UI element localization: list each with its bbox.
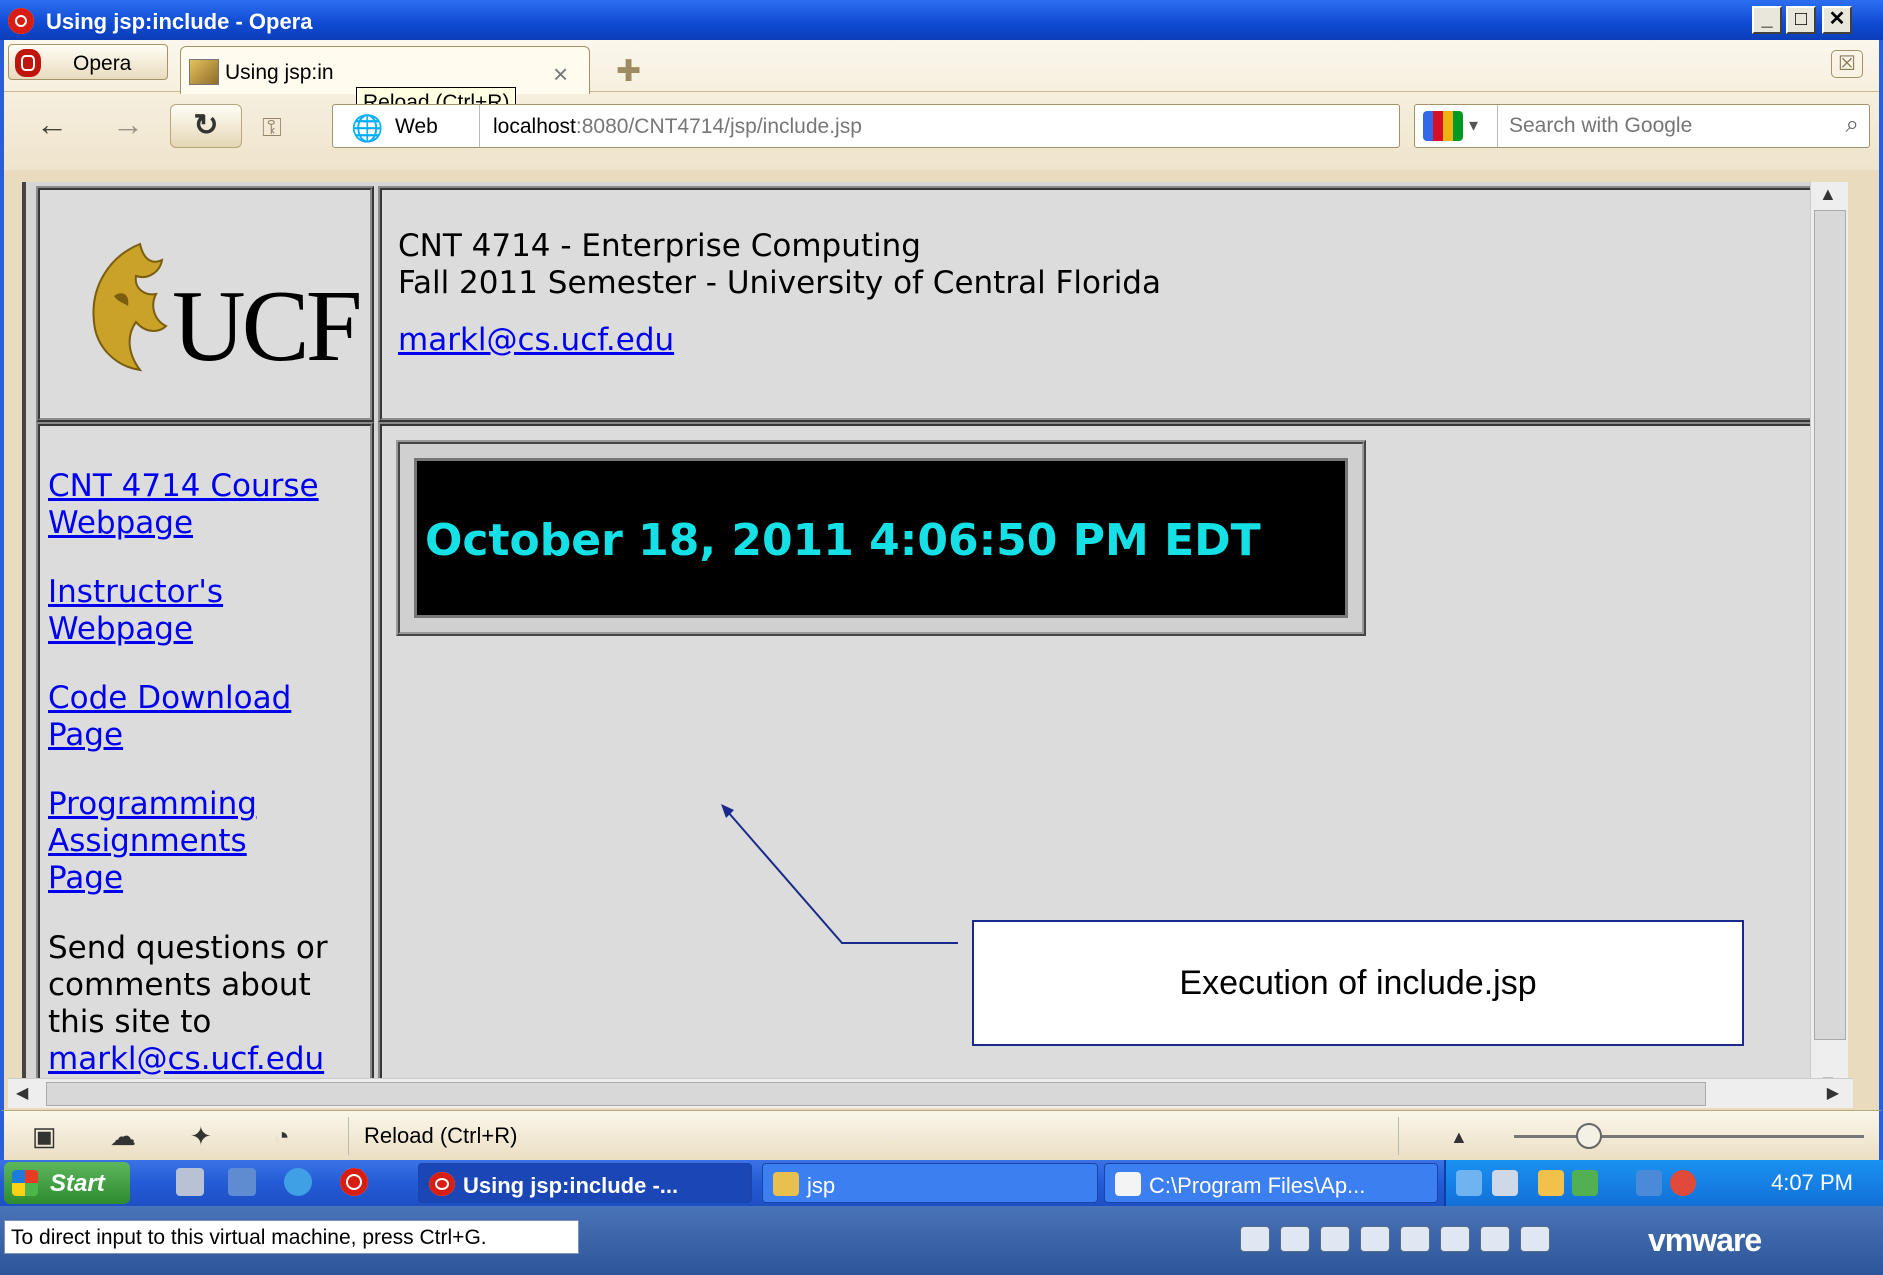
annotation-arrow [721,804,958,944]
screen: Using jsp:include - Opera _ □ ✕ Opera Us… [0,0,1883,1275]
